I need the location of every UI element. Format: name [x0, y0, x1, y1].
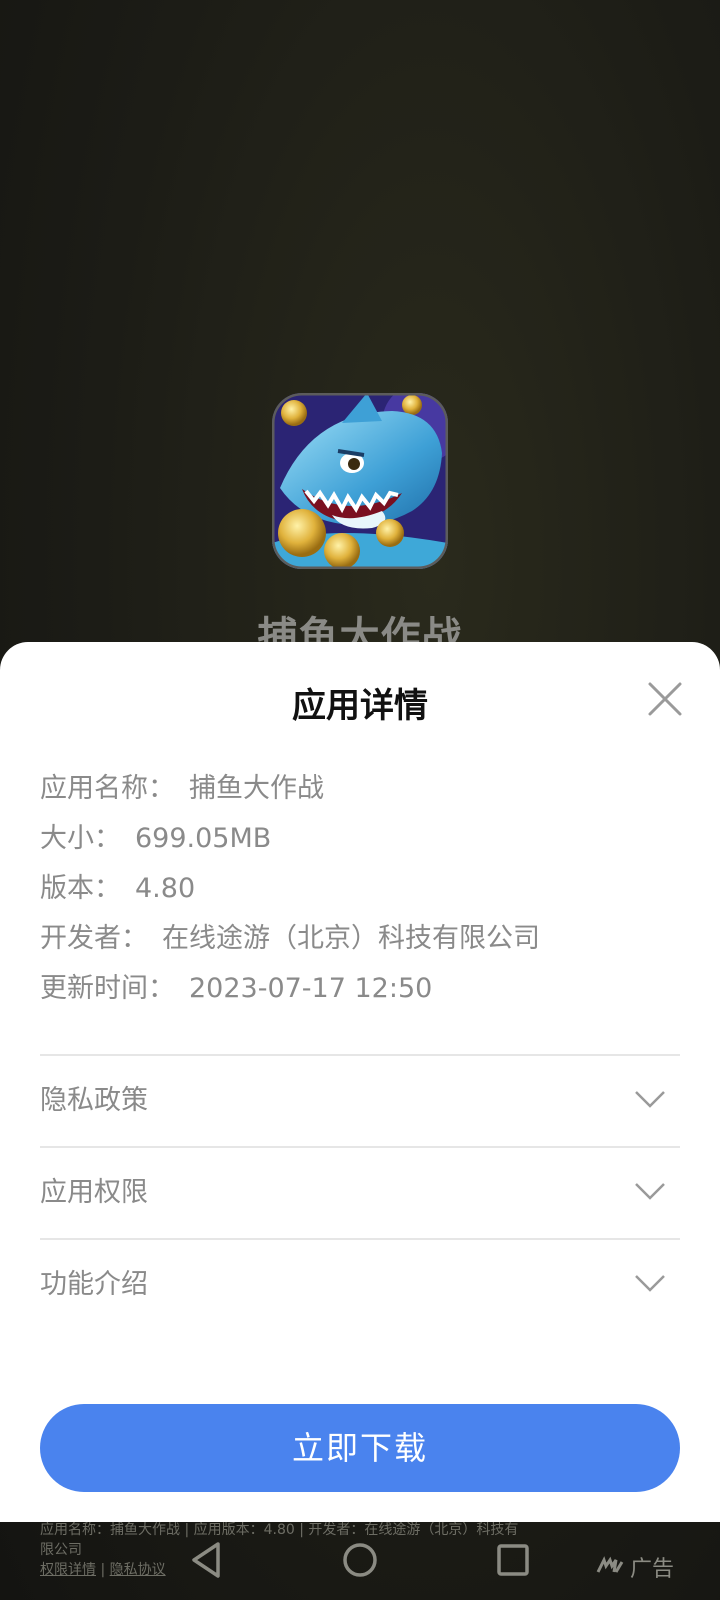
- recent-square-icon[interactable]: [491, 1538, 535, 1582]
- home-circle-icon[interactable]: [338, 1538, 382, 1582]
- info-value: 捕鱼大作战: [189, 773, 324, 804]
- info-row-size: 大小： 699.05MB: [40, 814, 680, 864]
- section-label: 功能介绍: [40, 1269, 148, 1300]
- info-value: 2023-07-17 12:50: [189, 973, 433, 1004]
- download-now-button[interactable]: 立即下载: [40, 1404, 680, 1492]
- section-privacy-policy[interactable]: 隐私政策: [40, 1056, 680, 1146]
- ad-brand-icon: [596, 1555, 626, 1580]
- info-label: 版本：: [40, 873, 121, 904]
- info-value: 4.80: [135, 873, 196, 904]
- info-label: 更新时间：: [40, 973, 175, 1004]
- close-icon[interactable]: [646, 680, 684, 718]
- info-row-developer: 开发者： 在线途游（北京）科技有限公司: [40, 914, 680, 964]
- info-label: 开发者：: [40, 923, 148, 954]
- ad-label-text: 广告: [630, 1557, 675, 1582]
- info-row-update-time: 更新时间： 2023-07-17 12:50: [40, 964, 680, 1014]
- info-value: 在线途游（北京）科技有限公司: [162, 923, 540, 954]
- info-label: 大小：: [40, 823, 121, 854]
- info-value: 699.05MB: [135, 823, 272, 854]
- back-triangle-icon[interactable]: [186, 1538, 230, 1582]
- ad-badge: 广告: [596, 1552, 674, 1582]
- app-info-list: 应用名称： 捕鱼大作战 大小： 699.05MB 版本： 4.80 开发者： 在线途游（…: [40, 764, 680, 1014]
- section-app-permissions[interactable]: 应用权限: [40, 1148, 680, 1238]
- info-label: 应用名称：: [40, 773, 175, 804]
- app-details-sheet: 应用详情 应用名称： 捕鱼大作战 大小： 699.05MB 版本： 4.80 开发者：…: [0, 642, 720, 1522]
- chevron-down-icon: [634, 1273, 666, 1295]
- chevron-down-icon: [634, 1181, 666, 1203]
- shark-game-icon: [272, 393, 448, 569]
- section-label: 隐私政策: [40, 1085, 148, 1116]
- section-label: 应用权限: [40, 1177, 148, 1208]
- info-row-app-name: 应用名称： 捕鱼大作战: [40, 764, 680, 814]
- section-feature-intro[interactable]: 功能介绍: [40, 1240, 680, 1330]
- info-row-version: 版本： 4.80: [40, 864, 680, 914]
- chevron-down-icon: [634, 1089, 666, 1111]
- sheet-title: 应用详情: [292, 686, 428, 726]
